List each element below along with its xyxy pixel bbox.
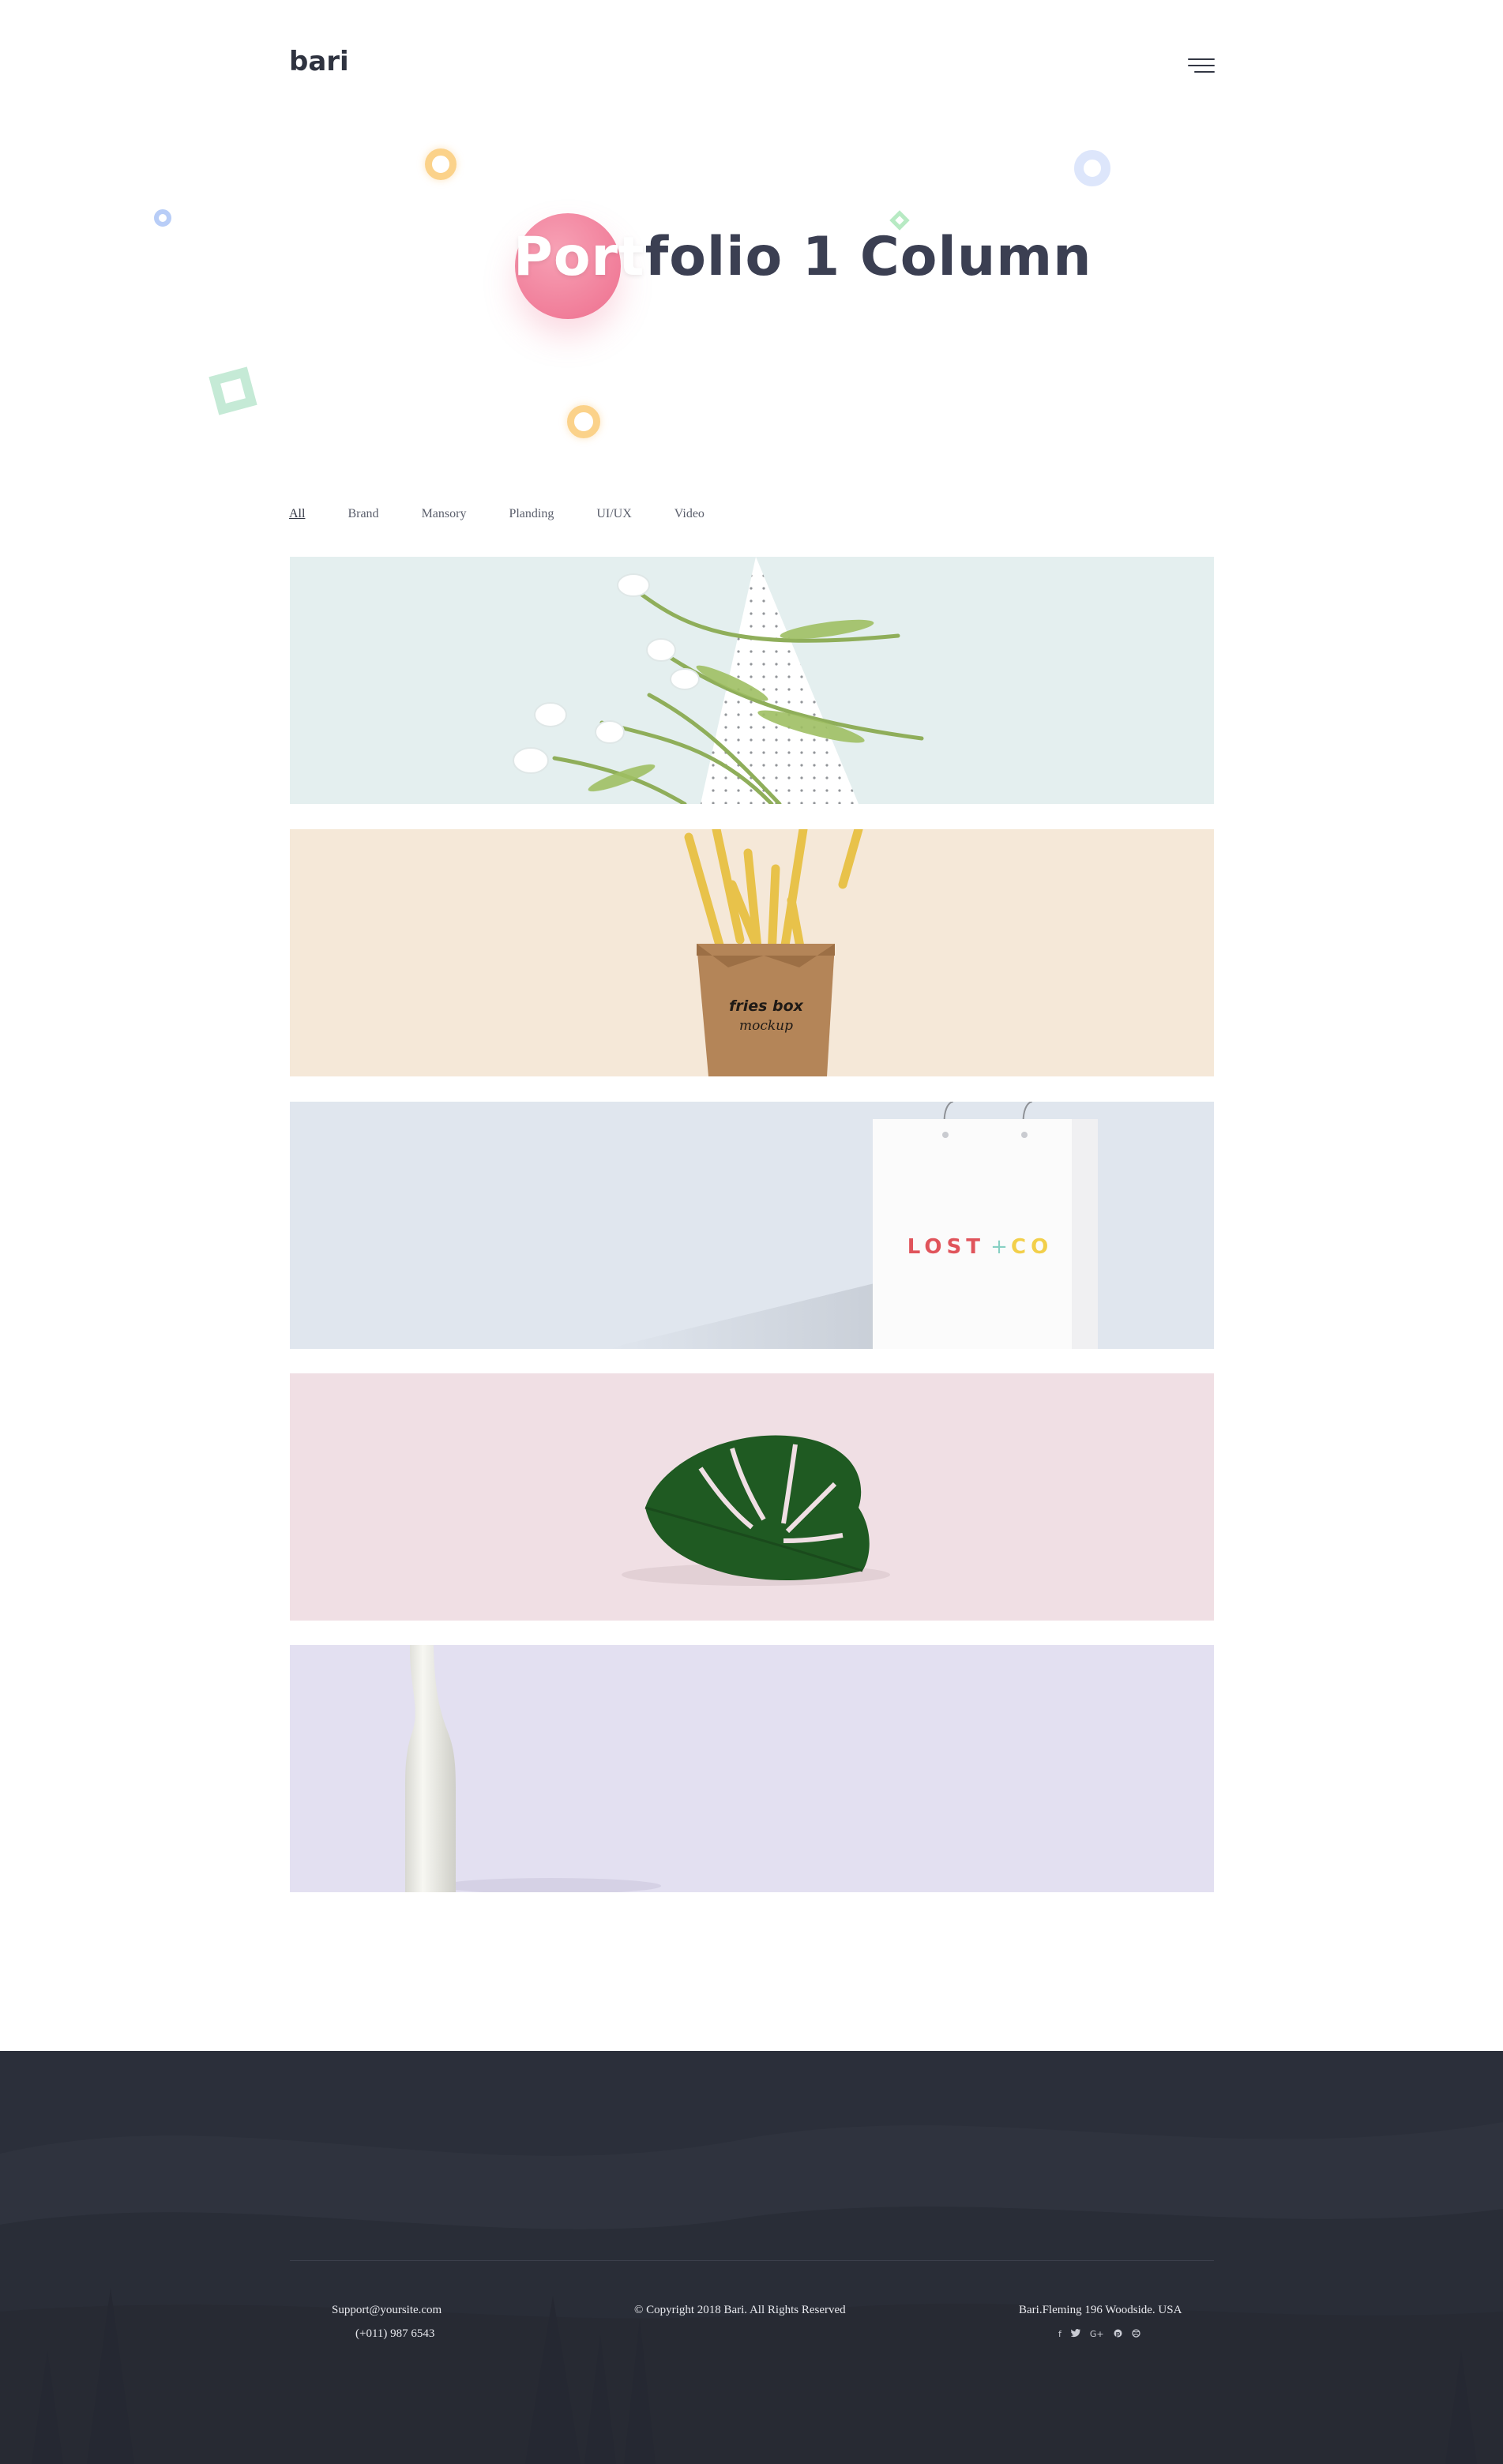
portfolio-item-bottle[interactable] [290, 1645, 1214, 1892]
site-footer: Support@yoursite.com (+011) 987 6543 © C… [0, 2051, 1503, 2464]
svg-text:d: d [1132, 2329, 1133, 2330]
bottle-image [405, 1645, 661, 1892]
portfolio-item-fries-box[interactable]: fries box mockup [290, 829, 1214, 1076]
fries-box-image: fries box mockup [684, 829, 863, 1076]
portfolio-filter-bar: All Brand Mansory Planding UI/UX Video [289, 507, 747, 521]
footer-divider [290, 2260, 1214, 2261]
decor-ring-blue [1074, 150, 1110, 186]
filter-video[interactable]: Video [674, 507, 705, 521]
logo[interactable]: bari [289, 46, 349, 77]
portfolio-item-monstera-leaf[interactable] [290, 1373, 1214, 1621]
filter-mansory[interactable]: Mansory [422, 507, 467, 521]
google-plus-icon[interactable]: G+ [1090, 2329, 1104, 2340]
decor-ring-blue [154, 209, 171, 227]
footer-landscape-background [0, 2122, 1503, 2464]
page-title: Portfolio 1 Column [513, 226, 1092, 288]
filter-all[interactable]: All [289, 507, 305, 521]
monstera-leaf-image [622, 1435, 890, 1586]
bag-brand-plus: + [990, 1235, 1008, 1259]
page-title-highlight: Port [513, 226, 645, 288]
footer-social-links: f G+ p d [1058, 2329, 1140, 2340]
footer-email-link[interactable]: Support@yoursite.com [332, 2304, 442, 2317]
filter-planding[interactable]: Planding [509, 507, 554, 521]
footer-address: Bari.Fleming 196 Woodside. USA [1019, 2304, 1182, 2316]
bag-brand-left: LOST [907, 1235, 985, 1259]
footer-copyright: © Copyright 2018 Bari. All Rights Reserv… [634, 2304, 846, 2316]
tulips-image [513, 557, 924, 804]
portfolio-item-shopping-bag[interactable]: LOST + CO [290, 1102, 1214, 1349]
shopping-bag-image: LOST + CO [606, 1102, 1098, 1349]
portfolio-item-tulips[interactable] [290, 557, 1214, 804]
svg-text:p: p [1115, 2330, 1120, 2337]
page-title-rest: folio 1 Column [644, 226, 1092, 288]
hamburger-menu-icon[interactable] [1185, 57, 1215, 76]
decor-ring-orange [567, 405, 600, 438]
pinterest-icon[interactable]: p [1114, 2329, 1122, 2340]
filter-brand[interactable]: Brand [348, 507, 378, 521]
fries-box-print-sub: mockup [739, 1018, 793, 1034]
twitter-icon[interactable] [1070, 2329, 1080, 2340]
footer-phone: (+011) 987 6543 [355, 2327, 435, 2340]
fries-box-print: fries box [729, 997, 804, 1015]
filter-uiux[interactable]: UI/UX [596, 507, 631, 521]
facebook-icon[interactable]: f [1058, 2329, 1061, 2340]
decor-square-mint [209, 366, 257, 415]
bag-brand-right: CO [1011, 1235, 1053, 1259]
decor-ring-orange [425, 148, 457, 180]
dribbble-icon[interactable]: d [1131, 2329, 1140, 2340]
